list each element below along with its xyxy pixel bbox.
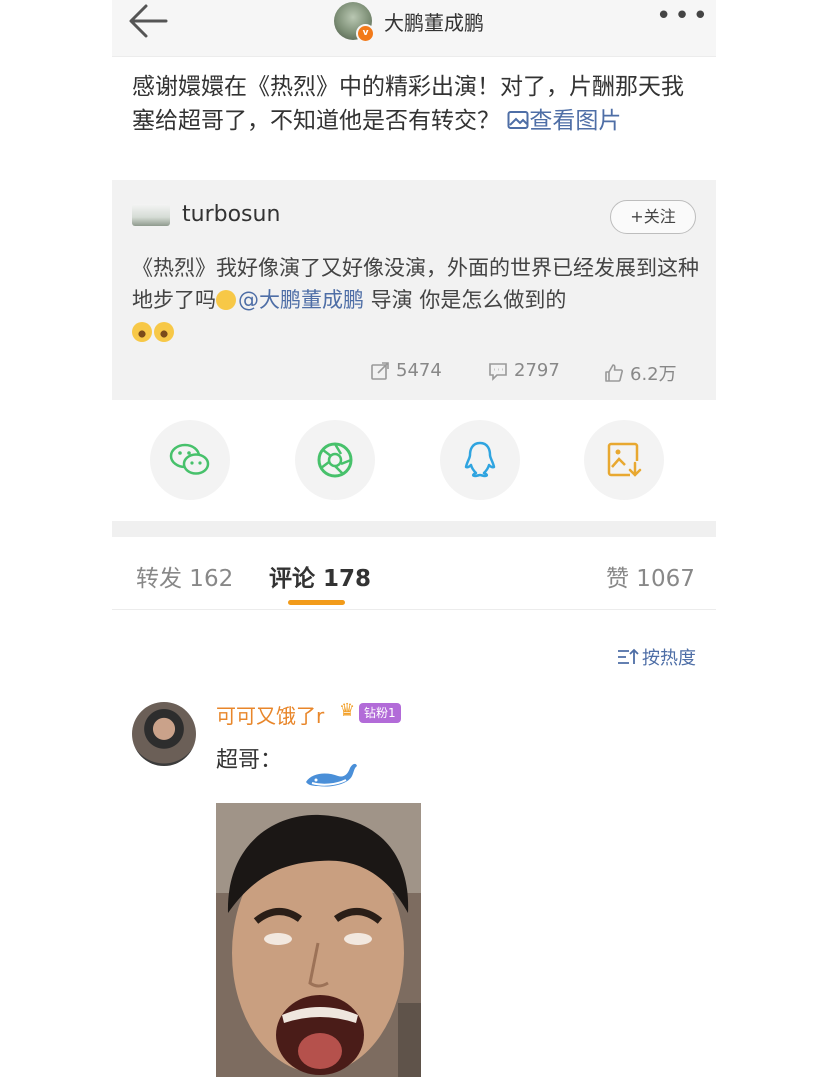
original-text: 《热烈》我好像演了又好像没演，外面的世界已经发展到这种地步了吗 @大鹏董成鹏 导演… [132, 252, 702, 348]
reaction-meme-image [216, 803, 421, 1077]
more-options-button[interactable]: ••• [656, 3, 708, 34]
like-count[interactable]: 6.2万 [604, 360, 677, 386]
save-image-icon [607, 442, 642, 477]
sort-icon [618, 648, 639, 664]
moments-icon [317, 442, 353, 478]
fan-badge[interactable]: 钻粉1 [359, 703, 401, 723]
sort-by-hot-button[interactable]: 按热度 [617, 644, 696, 670]
comment-icon [489, 362, 507, 381]
crown-icon: ♛ [339, 700, 356, 721]
comment-number: 2797 [514, 360, 560, 381]
share-wechat-button[interactable] [150, 420, 230, 500]
tab-bar: 转发 162 评论 178 赞 1067 [112, 537, 716, 610]
post-stats: 5474 2797 6.2万 [112, 360, 716, 390]
section-divider [112, 521, 716, 537]
header-username[interactable]: 大鹏董成鹏 [384, 7, 484, 36]
header-avatar[interactable]: v [334, 2, 375, 43]
follow-button[interactable]: +关注 [610, 200, 696, 234]
post-text: 感谢嬛嬛在《热烈》中的精彩出演！对了，片酬那天我塞给超哥了，不知道他是否有转交？… [132, 70, 700, 138]
view-image-label[interactable]: 查看图片 [529, 108, 621, 134]
mention-link[interactable]: @大鹏董成鹏 [238, 288, 364, 312]
sort-label[interactable]: 按热度 [642, 644, 696, 670]
tab-reposts[interactable]: 转发 162 [136, 559, 233, 593]
tab-comments[interactable]: 评论 178 [269, 559, 371, 593]
header-user[interactable]: v 大鹏董成鹏 [334, 0, 484, 43]
top-bar: v 大鹏董成鹏 ••• [112, 0, 716, 57]
original-username[interactable]: turbosun [182, 202, 280, 227]
share-row [112, 400, 716, 520]
original-post-card[interactable]: turbosun +关注 《热烈》我好像演了又好像没演，外面的世界已经发展到这种… [112, 180, 716, 400]
like-number: 6.2万 [630, 364, 677, 385]
repost-count[interactable]: 5474 [370, 360, 442, 381]
thumbs-up-icon [605, 364, 623, 382]
original-avatar[interactable] [132, 204, 170, 226]
laugh-cry-emoji-icon [154, 322, 174, 342]
back-arrow-icon [129, 4, 168, 38]
comment-image[interactable] [216, 803, 421, 1077]
original-text-end: 导演 你是怎么做到的 [364, 288, 567, 312]
laugh-cry-emoji-icon [132, 322, 152, 342]
view-image-link[interactable]: 查看图片 [507, 108, 621, 134]
repost-icon [371, 361, 389, 380]
comment-count[interactable]: 2797 [488, 360, 560, 381]
surprised-emoji-icon [216, 290, 236, 310]
wechat-icon [169, 443, 210, 475]
comment-text: 超哥： [216, 748, 283, 773]
comment-avatar[interactable] [132, 702, 196, 766]
share-moments-button[interactable] [295, 420, 375, 500]
qq-icon [464, 441, 496, 478]
whale-sticker-icon [306, 763, 357, 787]
weibo-post-page: v 大鹏董成鹏 ••• 感谢嬛嬛在《热烈》中的精彩出演！对了，片酬那天我塞给超哥… [112, 0, 716, 1077]
tab-likes[interactable]: 赞 1067 [606, 559, 695, 593]
back-button[interactable] [126, 2, 170, 42]
active-tab-indicator [288, 600, 345, 605]
repost-number: 5474 [396, 360, 442, 381]
image-icon [507, 111, 529, 129]
verified-badge-icon: v [356, 24, 375, 43]
comment-username[interactable]: 可可又饿了r [216, 700, 324, 729]
share-qq-button[interactable] [440, 420, 520, 500]
save-image-button[interactable] [584, 420, 664, 500]
